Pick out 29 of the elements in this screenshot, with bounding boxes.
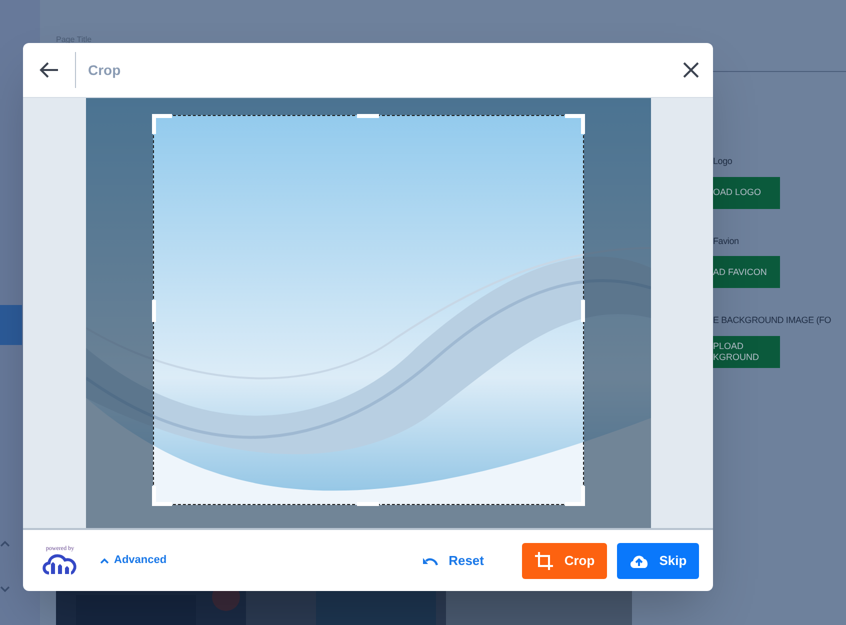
chevron-up-icon[interactable] (0, 540, 10, 548)
crop-button[interactable]: Crop (522, 542, 607, 578)
setting-label: Favion (713, 234, 740, 248)
crop-handle[interactable] (357, 114, 379, 118)
back-arrow-icon (39, 61, 59, 79)
close-button[interactable] (682, 61, 700, 79)
setting-label: Logo (713, 155, 734, 168)
cloud-upload-icon (629, 554, 650, 568)
dialog-title: Crop (88, 60, 121, 80)
close-icon (683, 62, 699, 78)
crop-handle[interactable] (565, 486, 585, 506)
crop-handle[interactable] (357, 502, 379, 506)
chevron-down-icon[interactable] (0, 585, 10, 593)
cloud-logo-icon (41, 552, 79, 576)
crop-handle[interactable] (152, 114, 172, 134)
crop-frame[interactable] (153, 115, 584, 505)
crop-handle[interactable] (152, 486, 172, 506)
upload-button[interactable]: OAD LOGO (713, 176, 780, 208)
skip-button[interactable]: Skip (617, 542, 699, 578)
upload-button[interactable]: PLOAD KGROUND (713, 336, 780, 368)
crop-icon (534, 550, 554, 570)
upload-button[interactable]: AD FAVICON (713, 256, 780, 288)
setting-label: E BACKGROUND IMAGE (FO (713, 314, 832, 327)
crop-handle[interactable] (581, 300, 585, 322)
crop-handle[interactable] (565, 114, 585, 134)
advanced-link[interactable]: Advanced (100, 552, 167, 569)
sidebar-item[interactable] (0, 305, 22, 345)
undo-icon (422, 556, 439, 566)
crop-handle[interactable] (152, 300, 156, 322)
